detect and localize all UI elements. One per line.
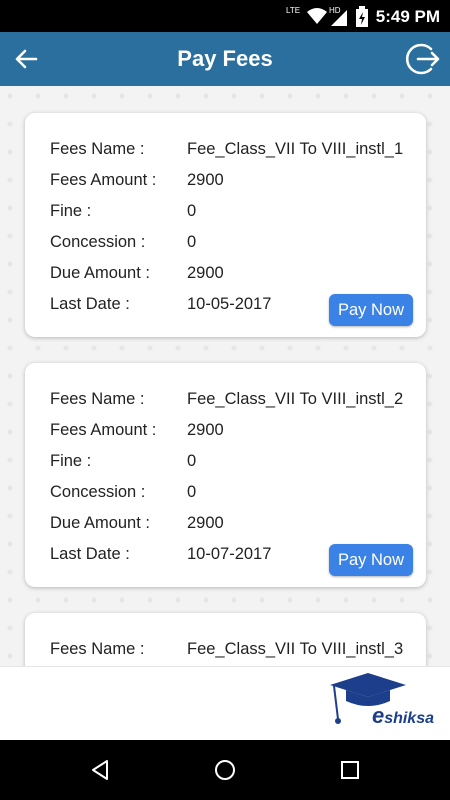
fine-value: 0 <box>187 202 197 220</box>
fee-card: Fees Name : Fee_Class_VII To VIII_instl_… <box>25 613 426 666</box>
fine-value: 0 <box>187 452 197 470</box>
fee-card: Fees Name : Fee_Class_VII To VIII_instl_… <box>25 113 426 337</box>
fees-amount-label: Fees Amount : <box>50 421 157 439</box>
navigation-bar <box>0 740 450 800</box>
last-date-label: Last Date : <box>50 545 130 563</box>
fee-card: Fees Name : Fee_Class_VII To VIII_instl_… <box>25 363 426 587</box>
logout-icon[interactable] <box>404 40 442 78</box>
nav-home-icon[interactable] <box>213 758 237 782</box>
fees-amount-label: Fees Amount : <box>50 171 157 189</box>
wifi-icon <box>307 8 327 24</box>
pay-now-button[interactable]: Pay Now <box>329 294 413 326</box>
last-date-value: 10-05-2017 <box>187 295 272 313</box>
battery-icon <box>356 6 368 27</box>
fees-name-label: Fees Name : <box>50 140 145 158</box>
fees-amount-value: 2900 <box>187 171 224 189</box>
app-bar: Pay Fees <box>0 32 450 86</box>
pay-now-button[interactable]: Pay Now <box>329 544 413 576</box>
brand-name: eshiksa <box>371 703 434 728</box>
concession-label: Concession : <box>50 483 146 501</box>
due-amount-label: Due Amount : <box>50 264 150 282</box>
fees-name-label: Fees Name : <box>50 390 145 408</box>
concession-label: Concession : <box>50 233 146 251</box>
nav-back-icon[interactable] <box>88 758 112 782</box>
fees-name-value: Fee_Class_VII To VIII_instl_3 <box>187 640 404 658</box>
concession-value: 0 <box>187 483 197 501</box>
fees-list[interactable]: Fees Name : Fee_Class_VII To VIII_instl_… <box>0 86 450 666</box>
fees-name-value: Fee_Class_VII To VIII_instl_1 <box>187 140 404 158</box>
status-bar: LTE HD 5:49 PM <box>0 0 450 32</box>
clock: 5:49 PM <box>375 7 440 26</box>
due-amount-label: Due Amount : <box>50 514 150 532</box>
concession-value: 0 <box>187 233 197 251</box>
fine-label: Fine : <box>50 202 92 220</box>
fees-name-label: Fees Name : <box>50 640 145 658</box>
due-amount-value: 2900 <box>187 514 224 532</box>
last-date-value: 10-07-2017 <box>187 545 272 563</box>
due-amount-value: 2900 <box>187 264 224 282</box>
nav-recents-icon[interactable] <box>338 758 362 782</box>
eshiksa-logo: eshiksa <box>328 671 438 737</box>
last-date-label: Last Date : <box>50 295 130 313</box>
network-type: LTE <box>286 6 301 15</box>
fees-name-value: Fee_Class_VII To VIII_instl_2 <box>187 390 404 408</box>
footer: eshiksa <box>0 666 450 740</box>
fees-amount-value: 2900 <box>187 421 224 439</box>
fine-label: Fine : <box>50 452 92 470</box>
signal-icon <box>331 10 347 26</box>
page-title: Pay Fees <box>177 46 273 71</box>
